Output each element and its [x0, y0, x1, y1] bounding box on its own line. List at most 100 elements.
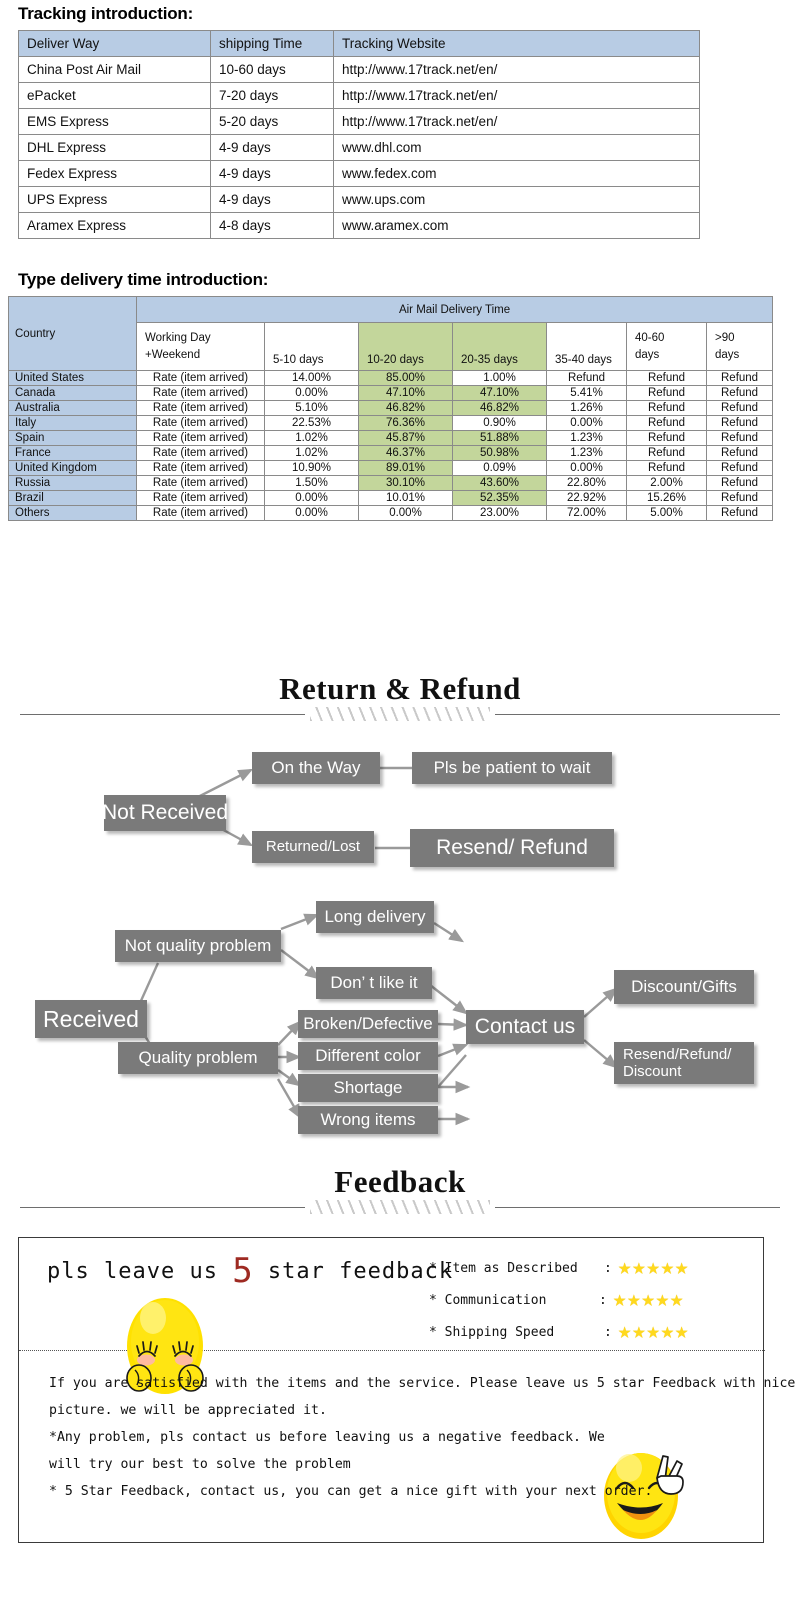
- rating-colon: :: [604, 1324, 612, 1340]
- ornament-rule: [20, 1200, 780, 1215]
- col-range-5-10: 5-10 days: [264, 322, 359, 371]
- node-resend-refund-discount[interactable]: Resend/Refund/ Discount: [614, 1042, 754, 1084]
- working-day-line2: +Weekend: [145, 348, 201, 361]
- cell-tracking-website[interactable]: www.ups.com: [333, 186, 700, 213]
- node-shortage[interactable]: Shortage: [298, 1074, 438, 1102]
- cell-20-35: 1.00%: [452, 370, 547, 386]
- cell-40-60: 15.26%: [626, 490, 707, 506]
- cell-20-35: 23.00%: [452, 505, 547, 521]
- hatch-ornament-icon: [310, 707, 490, 722]
- cell-40-60: Refund: [626, 445, 707, 461]
- cell-country: Others: [8, 505, 137, 521]
- node-pls-be-patient[interactable]: Pls be patient to wait: [412, 752, 612, 784]
- feedback-line-2: picture. we will be appreciated it.: [49, 1403, 327, 1419]
- cell-40-60: Refund: [626, 460, 707, 476]
- cell-country: France: [8, 445, 137, 461]
- cell-tracking-website[interactable]: http://www.17track.net/en/: [333, 56, 700, 83]
- cell-90: Refund: [705, 370, 774, 386]
- table-row: Russia Rate (item arrived) 1.50% 30.10% …: [8, 475, 774, 491]
- node-wrong-items[interactable]: Wrong items: [298, 1106, 438, 1134]
- cell-40-60: Refund: [626, 415, 707, 431]
- cell-country: Canada: [8, 385, 137, 401]
- table-header-row: Country Air Mail Delivery Time: [8, 296, 774, 371]
- tracking-title: Tracking introduction:: [18, 4, 194, 23]
- rating-list: * Item as Described : ★★★★★ * Communicat…: [429, 1252, 689, 1348]
- cell-country: Russia: [8, 475, 137, 491]
- node-different-color[interactable]: Different color: [298, 1042, 438, 1070]
- cell-90: Refund: [705, 490, 774, 506]
- node-not-received[interactable]: Not Received: [102, 795, 228, 831]
- cell-90: Refund: [705, 400, 774, 416]
- cell-deliver-way: Fedex Express: [18, 160, 211, 187]
- cell-35-40: 1.23%: [546, 445, 627, 461]
- cell-tracking-website[interactable]: www.dhl.com: [333, 134, 700, 161]
- feedback-heading: Feedback: [20, 1164, 780, 1215]
- star-rating-icon: ★★★★★: [618, 1319, 690, 1344]
- node-long-delivery[interactable]: Long delivery: [316, 901, 434, 933]
- table-row: United Kingdom Rate (item arrived) 10.90…: [8, 460, 774, 476]
- table-row: Brazil Rate (item arrived) 0.00% 10.01% …: [8, 490, 774, 506]
- cell-deliver-way: UPS Express: [18, 186, 211, 213]
- node-resend-refund[interactable]: Resend/ Refund: [410, 829, 614, 867]
- cell-35-40: 22.92%: [546, 490, 627, 506]
- cell-40-60: 5.00%: [626, 505, 707, 521]
- feedback-line-5: * 5 Star Feedback, contact us, you can g…: [49, 1484, 653, 1500]
- cell-10-20: 10.01%: [358, 490, 453, 506]
- cell-deliver-way: EMS Express: [18, 108, 211, 135]
- cell-rate-label: Rate (item arrived): [136, 460, 265, 476]
- cell-10-20: 0.00%: [358, 505, 453, 521]
- cell-10-20: 45.87%: [358, 430, 453, 446]
- cell-20-35: 0.09%: [452, 460, 547, 476]
- table-row: China Post Air Mail 10-60 days http://ww…: [18, 56, 700, 83]
- col-range-40-60: 40-60 days: [626, 322, 707, 371]
- cell-5-10: 22.53%: [264, 415, 359, 431]
- cell-tracking-website[interactable]: http://www.17track.net/en/: [333, 82, 700, 109]
- cell-35-40: 0.00%: [546, 415, 627, 431]
- cell-shipping-time: 4-9 days: [210, 134, 334, 161]
- node-received[interactable]: Received: [35, 1000, 147, 1038]
- rule-left: [20, 714, 305, 716]
- cell-40-60: 2.00%: [626, 475, 707, 491]
- node-discount-gifts[interactable]: Discount/Gifts: [614, 970, 754, 1004]
- table-row: Spain Rate (item arrived) 1.02% 45.87% 5…: [8, 430, 774, 446]
- cell-tracking-website[interactable]: www.fedex.com: [333, 160, 700, 187]
- table-row: Others Rate (item arrived) 0.00% 0.00% 2…: [8, 505, 774, 521]
- node-dont-like-it[interactable]: Don’ t like it: [316, 967, 432, 999]
- cell-35-40: 1.26%: [546, 400, 627, 416]
- rule-left: [20, 1207, 305, 1209]
- cell-deliver-way: DHL Express: [18, 134, 211, 161]
- return-flowchart: Not Received On the Way Pls be patient t…: [0, 745, 800, 1155]
- table-row: ePacket 7-20 days http://www.17track.net…: [18, 82, 700, 109]
- cell-tracking-website[interactable]: http://www.17track.net/en/: [333, 108, 700, 135]
- feedback-line-1: If you are satisfied with the items and …: [49, 1376, 796, 1391]
- cell-tracking-website[interactable]: www.aramex.com: [333, 212, 700, 239]
- range-90-line1: >90: [715, 331, 735, 344]
- return-refund-title: Return & Refund: [279, 671, 521, 706]
- node-broken-defective[interactable]: Broken/Defective: [298, 1010, 438, 1038]
- node-returned-lost[interactable]: Returned/Lost: [252, 831, 374, 863]
- node-not-quality-problem[interactable]: Not quality problem: [115, 930, 281, 962]
- cell-20-35: 52.35%: [452, 490, 547, 506]
- rating-colon: :: [604, 1260, 612, 1276]
- cell-10-20: 30.10%: [358, 475, 453, 491]
- cell-country: Spain: [8, 430, 137, 446]
- table-row: Italy Rate (item arrived) 22.53% 76.36% …: [8, 415, 774, 431]
- table-header-row: Deliver Way shipping Time Tracking Websi…: [18, 30, 700, 57]
- cell-5-10: 10.90%: [264, 460, 359, 476]
- cell-40-60: Refund: [626, 430, 707, 446]
- node-quality-problem[interactable]: Quality problem: [118, 1042, 278, 1074]
- star-rating-icon: ★★★★★: [613, 1287, 685, 1312]
- col-tracking-website: Tracking Website: [333, 30, 700, 57]
- cell-5-10: 14.00%: [264, 370, 359, 386]
- cell-40-60: Refund: [626, 400, 707, 416]
- node-on-the-way[interactable]: On the Way: [252, 752, 380, 784]
- node-contact-us[interactable]: Contact us: [466, 1010, 584, 1044]
- col-range-35-40: 35-40 days: [546, 322, 627, 371]
- cell-5-10: 0.00%: [264, 490, 359, 506]
- table-row: Australia Rate (item arrived) 5.10% 46.8…: [8, 400, 774, 416]
- star-rating-icon: ★★★★★: [618, 1255, 690, 1280]
- cell-35-40: 5.41%: [546, 385, 627, 401]
- cell-shipping-time: 4-9 days: [210, 160, 334, 187]
- table-row: France Rate (item arrived) 1.02% 46.37% …: [8, 445, 774, 461]
- cell-90: Refund: [705, 475, 774, 491]
